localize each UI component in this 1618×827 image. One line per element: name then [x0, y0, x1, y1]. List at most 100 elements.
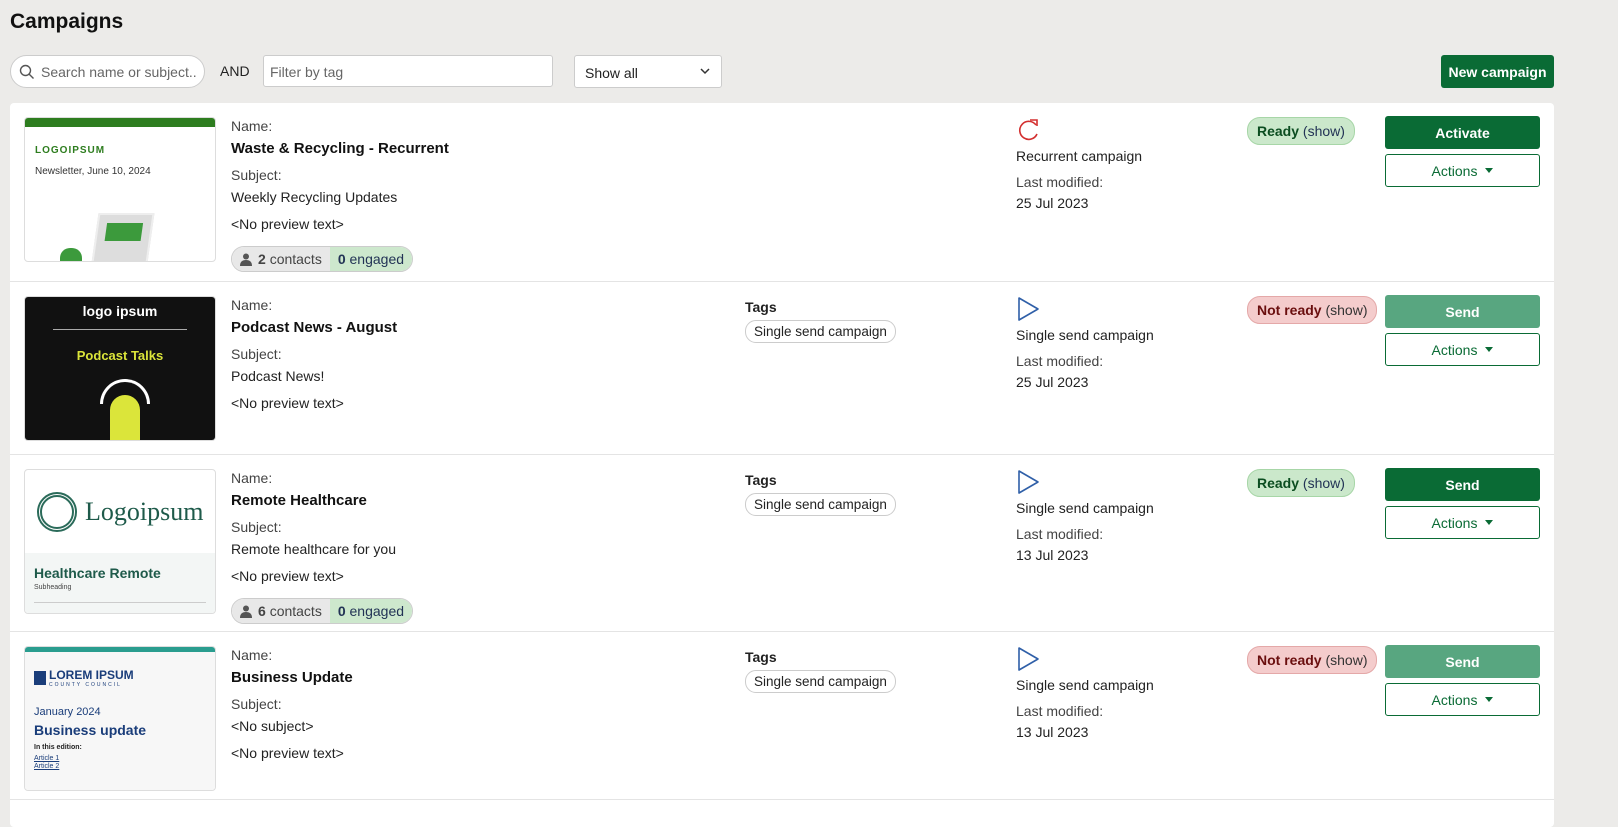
- last-modified-date: 25 Jul 2023: [1016, 195, 1089, 211]
- caret-down-icon: [1485, 697, 1494, 702]
- campaign-thumbnail[interactable]: LOGOIPSUM Newsletter, June 10, 2024: [24, 117, 216, 262]
- status-filter-value: Show all: [585, 65, 638, 81]
- engaged-label: engaged: [349, 251, 405, 267]
- tag-chip[interactable]: Single send campaign: [745, 320, 896, 343]
- thumbnail-logo: logo ipsum: [82, 303, 158, 319]
- last-modified-label: Last modified:: [1016, 353, 1104, 369]
- caret-down-icon: [1485, 168, 1494, 173]
- campaign-type: Single send campaign: [1016, 500, 1154, 516]
- campaign-name[interactable]: Waste & Recycling - Recurrent: [231, 141, 449, 156]
- thumbnail-heading: Business update: [34, 722, 147, 738]
- status-text: Not ready: [1257, 302, 1322, 318]
- actions-dropdown-button[interactable]: Actions: [1385, 154, 1540, 187]
- status-filter-select[interactable]: Show all: [574, 55, 722, 88]
- campaign-name[interactable]: Business Update: [231, 670, 353, 685]
- campaign-thumbnail[interactable]: LOREM IPSUM COUNTY COUNCIL January 2024 B…: [24, 646, 216, 791]
- status-badge[interactable]: Ready (show): [1247, 469, 1355, 497]
- thumbnail-logo: Logoipsum: [85, 496, 204, 526]
- thumbnail-text: Podcast Talks: [76, 348, 164, 363]
- name-label: Name:: [231, 297, 273, 313]
- campaign-thumbnail[interactable]: Logoipsum Healthcare Remote Subheading: [24, 469, 216, 614]
- name-label: Name:: [231, 470, 273, 486]
- actions-dropdown-button[interactable]: Actions: [1385, 506, 1540, 539]
- engaged-count: 0: [337, 603, 346, 619]
- campaign-name[interactable]: Podcast News - August: [231, 320, 397, 335]
- campaign-type: Recurrent campaign: [1016, 148, 1143, 164]
- recurrent-icon: [1018, 119, 1038, 141]
- send-button[interactable]: Send: [1385, 645, 1540, 678]
- thumbnail-logo: LOREM IPSUM: [49, 668, 134, 682]
- send-button[interactable]: Send: [1385, 468, 1540, 501]
- name-label: Name:: [231, 118, 273, 134]
- contacts-label: contacts: [269, 251, 322, 267]
- activate-button[interactable]: Activate: [1385, 116, 1540, 149]
- contacts-pill[interactable]: 6 contacts 0 engaged: [231, 598, 414, 624]
- campaign-name[interactable]: Remote Healthcare: [231, 493, 413, 508]
- contacts-count: 6: [258, 603, 266, 619]
- campaign-row: LOGOIPSUM Newsletter, June 10, 2024 Name…: [10, 103, 1554, 282]
- play-icon: [1018, 647, 1039, 671]
- tags-label: Tags: [745, 299, 777, 315]
- campaign-preview: <No preview text>: [231, 395, 344, 411]
- caret-down-icon: [1485, 347, 1494, 352]
- actions-label: Actions: [1431, 691, 1478, 708]
- status-text: Ready: [1257, 475, 1300, 491]
- subject-label: Subject:: [231, 346, 282, 362]
- last-modified-date: 13 Jul 2023: [1016, 547, 1089, 563]
- actions-dropdown-button[interactable]: Actions: [1385, 333, 1540, 366]
- status-text: Not ready: [1257, 652, 1322, 668]
- thumbnail-subheading: Subheading: [34, 584, 72, 591]
- campaign-row: LOREM IPSUM COUNTY COUNCIL January 2024 B…: [10, 632, 1554, 800]
- campaign-row: Logoipsum Healthcare Remote Subheading N…: [10, 455, 1554, 632]
- engaged-count: 0: [337, 251, 346, 267]
- tag-chip[interactable]: Single send campaign: [745, 670, 896, 693]
- tag-chip[interactable]: Single send campaign: [745, 493, 896, 516]
- thumbnail-text: January 2024: [34, 706, 101, 718]
- thumbnail-edition: In this edition:: [34, 744, 82, 751]
- subject-label: Subject:: [231, 696, 282, 712]
- search-input[interactable]: Search name or subject..: [10, 55, 205, 88]
- contacts-count: 2: [258, 251, 266, 267]
- status-show-link[interactable]: (show): [1325, 652, 1367, 668]
- campaign-subject: Weekly Recycling Updates: [231, 189, 398, 205]
- tag-filter-input[interactable]: Filter by tag: [263, 55, 553, 87]
- page-title: Campaigns: [10, 10, 124, 33]
- actions-label: Actions: [1431, 514, 1478, 531]
- actions-label: Actions: [1431, 162, 1478, 179]
- last-modified-label: Last modified:: [1016, 526, 1104, 542]
- status-badge[interactable]: Not ready (show): [1247, 646, 1378, 674]
- status-text: Ready: [1257, 123, 1300, 139]
- thumbnail-logo-sub: COUNTY COUNCIL: [49, 682, 122, 688]
- subject-label: Subject:: [231, 519, 282, 535]
- contacts-pill[interactable]: 2 contacts 0 engaged: [231, 246, 414, 272]
- actions-dropdown-button[interactable]: Actions: [1385, 683, 1540, 716]
- thumbnail-link: Article 1: [34, 755, 60, 762]
- person-icon: [240, 605, 252, 618]
- campaign-row: logo ipsum Podcast Talks Name: Podcast N…: [10, 282, 1554, 455]
- status-badge[interactable]: Not ready (show): [1247, 296, 1378, 324]
- person-icon: [240, 253, 252, 266]
- actions-label: Actions: [1431, 341, 1478, 358]
- play-icon: [1018, 470, 1039, 494]
- send-button[interactable]: Send: [1385, 295, 1540, 328]
- tags-label: Tags: [745, 472, 777, 488]
- status-show-link[interactable]: (show): [1303, 475, 1345, 491]
- last-modified-date: 13 Jul 2023: [1016, 724, 1089, 740]
- campaign-type: Single send campaign: [1016, 677, 1154, 693]
- play-icon: [1018, 297, 1039, 321]
- campaign-preview: <No preview text>: [231, 745, 344, 761]
- last-modified-date: 25 Jul 2023: [1016, 374, 1089, 390]
- contacts-label: contacts: [269, 603, 322, 619]
- status-show-link[interactable]: (show): [1325, 302, 1367, 318]
- tags-label: Tags: [745, 649, 777, 665]
- chevron-down-icon: [700, 68, 710, 75]
- new-campaign-button[interactable]: New campaign: [1441, 55, 1554, 88]
- campaign-thumbnail[interactable]: logo ipsum Podcast Talks: [24, 296, 216, 441]
- search-placeholder: Search name or subject..: [41, 63, 197, 80]
- thumbnail-link: Article 2: [34, 763, 60, 770]
- campaign-list: LOGOIPSUM Newsletter, June 10, 2024 Name…: [10, 103, 1554, 827]
- campaign-subject: Remote healthcare for you: [231, 541, 396, 557]
- status-badge[interactable]: Ready (show): [1247, 117, 1355, 145]
- status-show-link[interactable]: (show): [1303, 123, 1345, 139]
- campaign-subject: <No subject>: [231, 718, 314, 734]
